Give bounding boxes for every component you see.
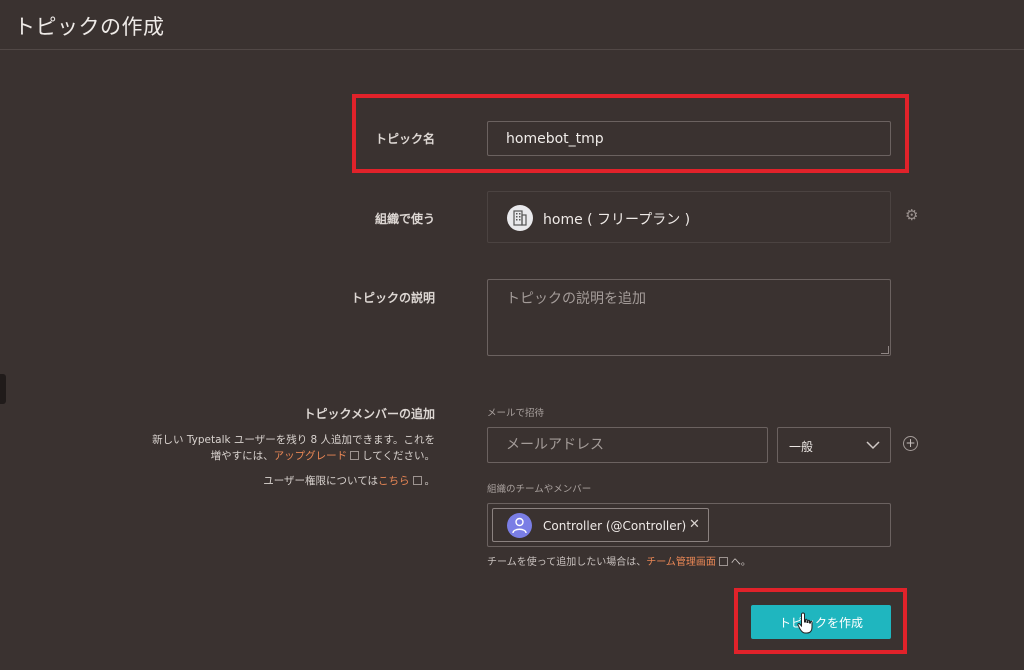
organization-selector[interactable]: home ( フリープラン ) — [487, 191, 891, 243]
members-input[interactable]: Controller (@Controller) ✕ — [487, 503, 891, 547]
role-value: 一般 — [789, 440, 814, 454]
note-text: してください。 — [362, 450, 435, 462]
member-chip: Controller (@Controller) ✕ — [492, 508, 709, 542]
email-input[interactable] — [487, 427, 768, 463]
chevron-down-icon — [866, 441, 880, 450]
upgrade-link[interactable]: アップグレード — [274, 450, 348, 462]
header-bar: トピックの作成 — [0, 0, 1024, 50]
resize-grip-icon[interactable] — [881, 346, 889, 354]
user-limit-note-line1: 新しい Typetalk ユーザーを残り 8 人追加できます。これを — [152, 434, 435, 446]
highlight-topic-name — [352, 94, 909, 173]
member-chip-label: Controller (@Controller) — [543, 519, 687, 533]
role-select[interactable]: 一般 — [777, 427, 891, 463]
permission-note: ユーザー権限についてはこちら 。 — [120, 473, 435, 488]
description-label: トピックの説明 — [350, 291, 435, 305]
team-hint: チームを使って追加したい場合は、チーム管理画面 へ。 — [487, 553, 751, 568]
hint-text: へ。 — [730, 557, 751, 568]
note-text: ユーザー権限については — [263, 475, 378, 487]
hint-text: チームを使って追加したい場合は、 — [487, 557, 647, 568]
description-textarea[interactable] — [487, 279, 891, 356]
external-link-icon — [718, 557, 728, 566]
external-link-icon — [350, 451, 360, 460]
members-label: トピックメンバーの追加 — [303, 407, 435, 421]
organization-name: home ( フリープラン ) — [543, 212, 691, 228]
page-title: トピックの作成 — [14, 15, 165, 39]
building-icon — [507, 205, 533, 231]
permission-link[interactable]: こちら — [378, 475, 410, 487]
organization-label: 組織で使う — [374, 212, 435, 226]
email-invite-caption: メールで招待 — [487, 408, 545, 419]
gear-icon[interactable]: ⚙ — [905, 207, 921, 223]
remove-member-icon[interactable]: ✕ — [689, 517, 700, 532]
note-text: 増やすには、 — [210, 450, 274, 462]
add-circle-icon[interactable]: + — [903, 436, 918, 451]
note-text: 。 — [424, 475, 436, 487]
team-members-caption: 組織のチームやメンバー — [487, 484, 592, 495]
external-link-icon — [412, 476, 422, 485]
user-avatar-icon — [507, 513, 532, 538]
highlight-create-button — [734, 588, 907, 654]
team-admin-link[interactable]: チーム管理画面 — [646, 557, 716, 568]
side-panel-handle[interactable] — [0, 374, 6, 404]
user-limit-note-line2: 増やすには、アップグレード してください。 — [120, 448, 435, 463]
